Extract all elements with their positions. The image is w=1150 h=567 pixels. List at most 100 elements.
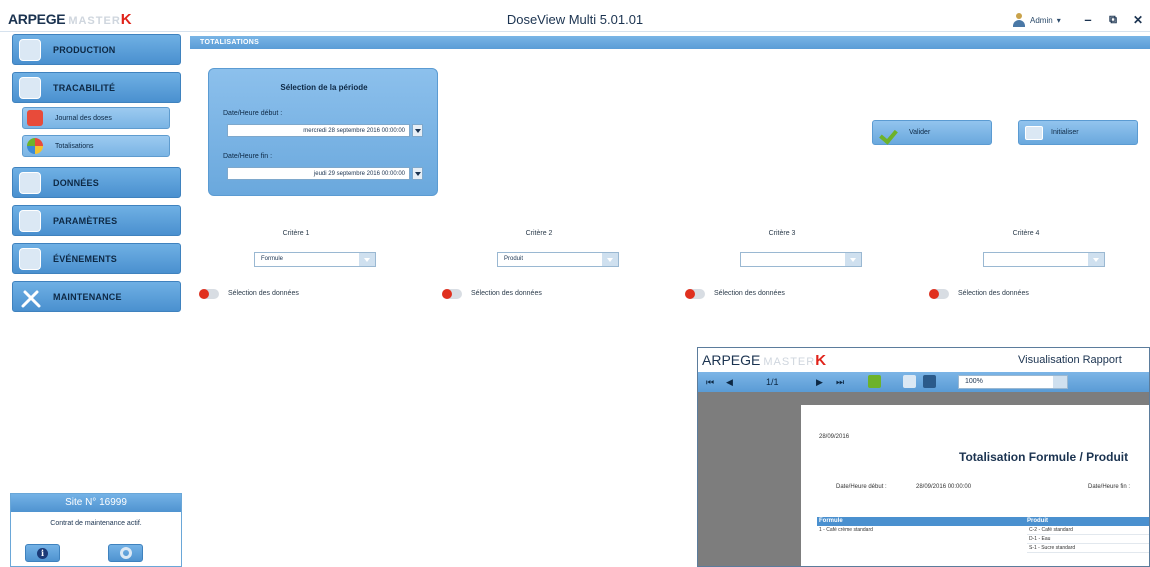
chevron-down-icon xyxy=(414,171,421,176)
lifebuoy-icon xyxy=(119,547,132,559)
table-row: 1 - Café crème standard C-2 - Café stand… xyxy=(817,526,1149,535)
nav-production[interactable]: PRODUCTION xyxy=(12,34,181,65)
criterion-2-select[interactable]: Produit xyxy=(497,252,619,267)
criterion-2-toggle[interactable] xyxy=(442,289,462,299)
checkmark-icon xyxy=(879,126,901,140)
col-product: Produit xyxy=(1027,518,1048,524)
nav-parametres[interactable]: PARAMÈTRES xyxy=(12,205,181,236)
report-title-bar: ARPEGE MASTERK Visualisation Rapport xyxy=(698,348,1149,372)
criterion-4-label: Critère 4 xyxy=(1012,230,1040,237)
report-date: 28/09/2016 xyxy=(819,434,850,440)
row-formula: 1 - Café crème standard xyxy=(819,527,873,533)
chevron-down-icon xyxy=(1053,376,1067,388)
page-indicator: 1/1 xyxy=(766,377,779,387)
last-page-button[interactable]: ⏭ xyxy=(836,375,844,389)
refresh-icon[interactable] xyxy=(868,375,881,388)
close-button[interactable]: ✕ xyxy=(1128,11,1148,29)
nav-tracabilite[interactable]: TRACABILITÉ xyxy=(12,72,181,103)
zoom-value: 100% xyxy=(965,378,983,385)
start-label: Date/Heure début : xyxy=(223,110,283,117)
first-page-button[interactable]: ⏮ xyxy=(706,375,714,389)
nav-evenements[interactable]: ÉVÉNEMENTS xyxy=(12,243,181,274)
criterion-1-label: Critère 1 xyxy=(282,230,310,237)
next-page-button[interactable]: ▶ xyxy=(816,375,823,389)
end-date-field[interactable]: jeudi 29 septembre 2016 00:00:00 xyxy=(227,167,410,180)
subnav-totalisations[interactable]: Totalisations xyxy=(22,135,170,157)
criterion-4-select[interactable] xyxy=(983,252,1105,267)
report-table-header: Formule Produit xyxy=(817,517,1149,526)
nav-evenements-label: ÉVÉNEMENTS xyxy=(53,253,118,264)
events-icon xyxy=(19,247,41,270)
subnav-journal[interactable]: Journal des doses xyxy=(22,107,170,129)
site-panel: Site N° 16999 Contrat de maintenance act… xyxy=(10,493,182,567)
period-panel: Sélection de la période Date/Heure début… xyxy=(208,68,438,196)
print-icon[interactable] xyxy=(903,375,916,388)
maintenance-status: Contrat de maintenance actif. xyxy=(50,520,142,527)
restore-button[interactable]: ⧉ xyxy=(1103,11,1123,29)
zoom-select[interactable]: 100% xyxy=(958,375,1068,389)
subnav-totalisations-label: Totalisations xyxy=(55,142,94,150)
criterion-4-toggle[interactable] xyxy=(929,289,949,299)
chevron-down-icon: ▾ xyxy=(1056,15,1061,25)
report-table: Formule Produit 1 - Café crème standard … xyxy=(817,517,1149,553)
criterion-2-toggle-label: Sélection des données xyxy=(471,290,542,297)
info-icon: i xyxy=(37,547,48,559)
report-page: 28/09/2016 Totalisation Formule / Produi… xyxy=(801,405,1149,566)
subnav-journal-label: Journal des doses xyxy=(55,114,112,122)
reset-button[interactable]: Initialiser xyxy=(1018,120,1138,145)
report-window-title: Visualisation Rapport xyxy=(1018,354,1122,366)
save-icon[interactable] xyxy=(923,375,936,388)
validate-button[interactable]: Valider xyxy=(872,120,992,145)
reset-icon xyxy=(1025,125,1043,140)
site-title: Site N° 16999 xyxy=(11,494,181,512)
chevron-down-icon xyxy=(845,253,861,266)
report-start-value: 28/09/2016 00:00:00 xyxy=(916,484,972,490)
criterion-1-value: Formule xyxy=(261,256,284,262)
tools-icon xyxy=(19,286,41,308)
production-icon xyxy=(19,38,41,61)
chevron-down-icon xyxy=(602,253,618,266)
validate-label: Valider xyxy=(909,129,931,136)
col-formula: Formule xyxy=(819,518,843,524)
minimize-button[interactable]: – xyxy=(1078,11,1098,29)
criterion-2-label: Critère 2 xyxy=(525,230,553,237)
report-end-label: Date/Heure fin : xyxy=(1088,484,1131,490)
chevron-down-icon xyxy=(414,128,421,133)
criterion-4-toggle-label: Sélection des données xyxy=(958,290,1029,297)
criterion-3-select[interactable] xyxy=(740,252,862,267)
info-button[interactable]: i xyxy=(25,544,60,562)
criterion-2-value: Produit xyxy=(504,256,524,262)
pie-chart-icon xyxy=(27,138,43,154)
app-logo: ARPEGE MASTERK xyxy=(8,11,132,28)
user-menu[interactable]: Admin ▾ xyxy=(1012,11,1061,29)
nav-donnees[interactable]: DONNÉES xyxy=(12,167,181,198)
start-date-field[interactable]: mercredi 28 septembre 2016 00:00:00 xyxy=(227,124,410,137)
criterion-1-toggle[interactable] xyxy=(199,289,219,299)
report-toolbar: ⏮ ◀ 1/1 ▶ ⏭ 100% xyxy=(698,372,1149,392)
title-bar: ARPEGE MASTERK DoseView Multi 5.01.01 Adm… xyxy=(0,8,1150,32)
window-title: DoseView Multi 5.01.01 xyxy=(506,12,644,27)
nav-maintenance-label: MAINTENANCE xyxy=(53,291,122,302)
criterion-3-label: Critère 3 xyxy=(768,230,796,237)
document-icon xyxy=(19,76,41,99)
period-title: Sélection de la période xyxy=(280,83,368,92)
chevron-down-icon xyxy=(359,253,375,266)
table-row: D-1 - Eau xyxy=(817,535,1149,544)
journal-icon xyxy=(27,110,43,126)
start-date-dropdown[interactable] xyxy=(412,124,423,137)
edit-icon xyxy=(19,171,41,194)
report-heading: Totalisation Formule / Produit xyxy=(959,450,1129,464)
chevron-down-icon xyxy=(1088,253,1104,266)
prev-page-button[interactable]: ◀ xyxy=(726,375,733,389)
report-viewer-window: ARPEGE MASTERK Visualisation Rapport ⏮ ◀ … xyxy=(697,347,1150,567)
nav-production-label: PRODUCTION xyxy=(53,44,116,55)
report-start-label: Date/Heure début : xyxy=(836,484,887,490)
end-date-dropdown[interactable] xyxy=(412,167,423,180)
criterion-3-toggle-label: Sélection des données xyxy=(714,290,785,297)
criterion-3-toggle[interactable] xyxy=(685,289,705,299)
criterion-1-select[interactable]: Formule xyxy=(254,252,376,267)
user-name: Admin xyxy=(1030,15,1053,25)
nav-maintenance[interactable]: MAINTENANCE xyxy=(12,281,181,312)
report-logo: ARPEGE MASTERK xyxy=(702,352,827,369)
support-button[interactable] xyxy=(108,544,143,562)
